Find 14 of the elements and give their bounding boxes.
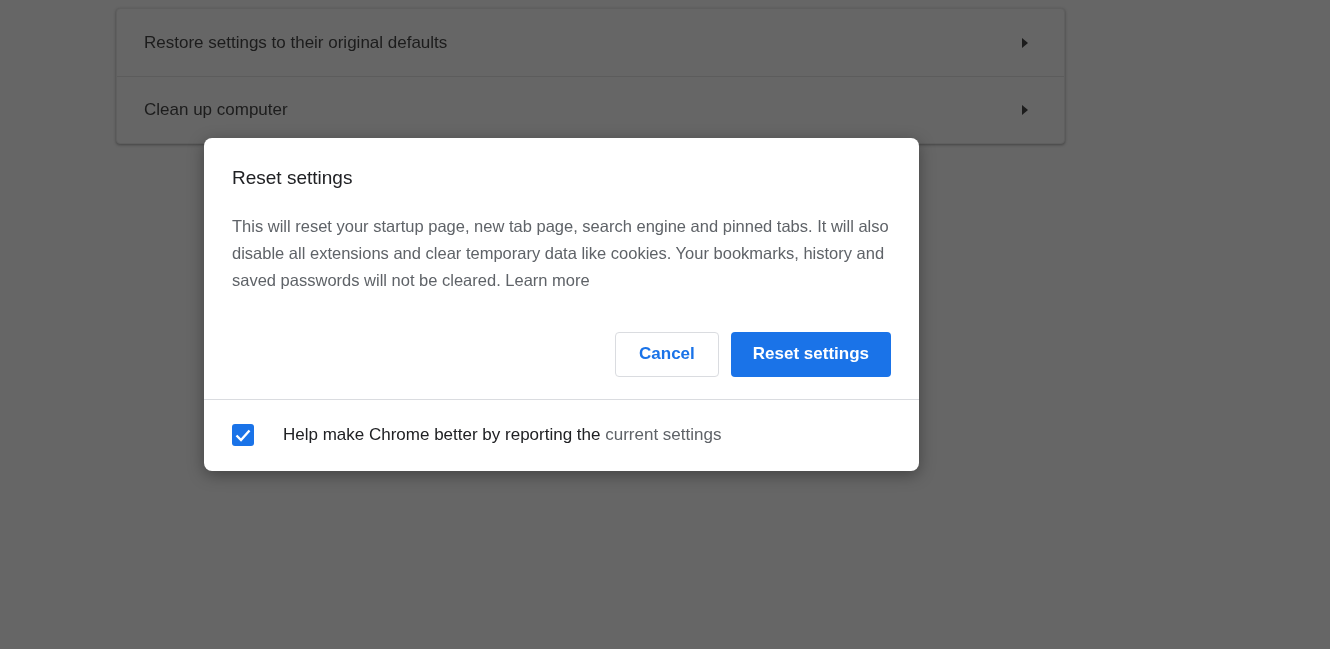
dialog-title: Reset settings <box>232 166 354 190</box>
settings-row[interactable]: Restore settings to their original defaults <box>117 9 1064 76</box>
dialog-description: This will reset your startup page, new tab page, search engine and pinned tabs. It will also disable all extensions and clear temporary data like cookies. Your bookmarks, history and saved passwords will not be cleared. Learn more <box>232 215 890 291</box>
row-label: Restore settings to their original defaults <box>144 31 448 54</box>
row-label: Clean up computer <box>144 99 288 122</box>
checkmark-icon <box>235 428 251 442</box>
checkbox[interactable] <box>232 424 254 446</box>
cancel-button[interactable]: Cancel <box>615 331 719 377</box>
reset-button[interactable]: Reset settings <box>730 331 891 377</box>
caret-icon <box>1022 105 1028 115</box>
checkbox-label: Help make Chrome better by reporting the current settings <box>283 424 722 447</box>
current-settings-link[interactable]: current settings <box>605 425 722 445</box>
caret-icon <box>1022 37 1028 48</box>
learn-more-link[interactable]: Learn more <box>505 270 590 289</box>
